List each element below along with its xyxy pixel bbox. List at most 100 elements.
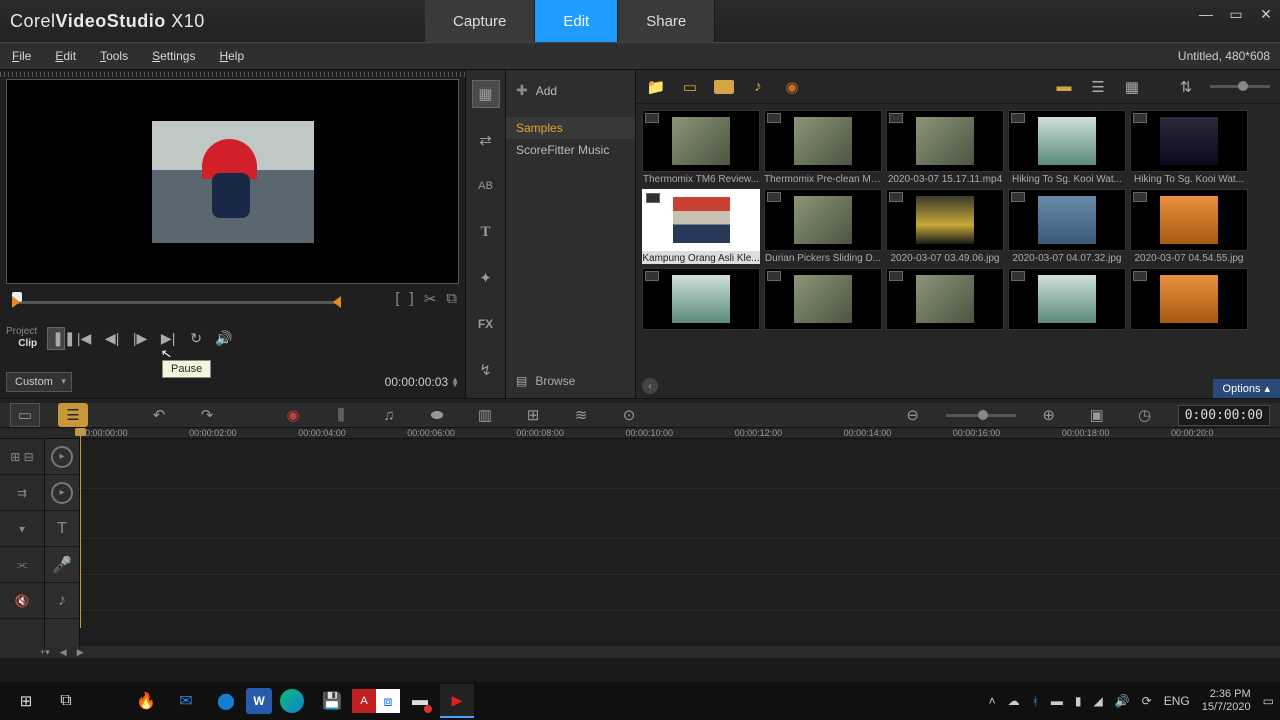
taskbar-dropbox[interactable]: ⧈ [376, 689, 400, 713]
scroll-left-button[interactable]: ‹ [642, 378, 658, 394]
pause-button[interactable]: ❚❚ [47, 327, 65, 350]
zoom-in-button[interactable]: ⊕ [1034, 403, 1064, 427]
storyboard-view-button[interactable]: ▭ [10, 403, 40, 427]
multicam-button[interactable]: ⊞ [518, 403, 548, 427]
scroll-left[interactable]: ◀ [60, 647, 67, 658]
taskbar-usb[interactable]: 💾 [312, 685, 352, 717]
motion-button[interactable]: ⬬ [422, 403, 452, 427]
library-item[interactable] [1130, 268, 1248, 332]
track-ripple[interactable]: ⇉ [0, 475, 44, 511]
tray-app-icon[interactable]: ▬ [1051, 694, 1063, 708]
pan-zoom-button[interactable]: ⊙ [614, 403, 644, 427]
voice-track-icon[interactable]: 🎤 [45, 547, 79, 583]
taskbar-explorer[interactable] [86, 685, 126, 717]
cut-icon[interactable]: ✂ [424, 290, 437, 308]
start-button[interactable]: ⊞ [6, 685, 46, 717]
timeline-view-button[interactable]: ☰ [58, 403, 88, 427]
library-item[interactable]: Hiking To Sg. Kooi Wat... [1130, 110, 1248, 185]
record-button[interactable]: ◉ [278, 403, 308, 427]
end-button[interactable]: ▶| [159, 330, 177, 347]
audio-mixer-button[interactable]: ⫼ [326, 403, 356, 427]
video-track[interactable] [80, 439, 1280, 489]
lib-tab-media[interactable]: ▦ [472, 80, 500, 108]
close-icon[interactable]: ✕ [1258, 6, 1274, 22]
library-item[interactable]: 2020-03-07 04.54.55.jpg [1130, 189, 1248, 264]
track-lock[interactable]: ⫘ [0, 547, 44, 583]
sort-icon[interactable]: ⇅ [1176, 77, 1196, 97]
track-toggle-all[interactable]: ⊞ ⊟ [0, 439, 44, 475]
taskbar-browser[interactable]: ⬤ [206, 685, 246, 717]
options-button[interactable]: Options▴ [1213, 379, 1280, 398]
home-button[interactable]: |◀ [75, 330, 93, 347]
overlay-track-icon[interactable]: ▸ [45, 475, 79, 511]
minimize-icon[interactable]: — [1198, 6, 1214, 22]
lib-tab-title[interactable]: AB [472, 172, 500, 200]
zoom-out-button[interactable]: ⊖ [898, 403, 928, 427]
taskbar-pdf[interactable]: A [352, 689, 376, 713]
tray-wifi-icon[interactable]: ◢ [1093, 694, 1102, 708]
maximize-icon[interactable]: ▭ [1228, 6, 1244, 22]
folder-scorefitter[interactable]: ScoreFitter Music [506, 139, 635, 161]
music-track-icon[interactable]: ♪ [45, 583, 79, 619]
preview-size-dropdown[interactable]: Custom [6, 372, 72, 392]
library-item[interactable]: Durian Pickers Sliding D... [764, 189, 882, 264]
taskbar-recorder[interactable]: ▬ [400, 685, 440, 717]
auto-music-button[interactable]: ♫ [374, 403, 404, 427]
taskbar-firefox[interactable]: 🔥 [126, 685, 166, 717]
library-item[interactable]: 2020-03-07 03.49.06.jpg [886, 189, 1004, 264]
title-track[interactable] [80, 539, 1280, 575]
library-item[interactable] [642, 268, 760, 332]
filter-photo-icon[interactable] [714, 80, 734, 94]
tray-clock[interactable]: 2:36 PM15/7/2020 [1202, 688, 1251, 714]
menu-file[interactable]: File [12, 49, 31, 63]
library-item[interactable]: Kampung Orang Asli Kle... [642, 189, 760, 264]
tray-volume-icon[interactable]: 🔊 [1115, 694, 1130, 708]
filter-disc-icon[interactable]: ◉ [782, 77, 802, 97]
library-item[interactable] [764, 268, 882, 332]
scroll-right[interactable]: ▶ [77, 647, 84, 658]
library-item[interactable]: 2020-03-07 15.17.11.mp4 [886, 110, 1004, 185]
title-track-icon[interactable]: T [45, 511, 79, 547]
track-menu[interactable]: ▾ [0, 511, 44, 547]
library-item[interactable]: 2020-03-07 04.07.32.jpg [1008, 189, 1126, 264]
tray-notifications-icon[interactable]: ▭ [1263, 694, 1274, 708]
track-mute[interactable]: 🔇 [0, 583, 44, 619]
trim-in-marker[interactable] [12, 296, 20, 308]
next-frame-button[interactable]: |▶ [131, 330, 149, 347]
lib-tab-fx[interactable]: FX [472, 310, 500, 338]
lib-tab-graphic[interactable]: ✦ [472, 264, 500, 292]
tray-sync-icon[interactable]: ⟳ [1142, 694, 1152, 708]
open-folder-icon[interactable]: 📁 [646, 77, 666, 97]
task-view-button[interactable]: ⧉ [46, 685, 86, 717]
lib-tab-path[interactable]: ↯ [472, 356, 500, 384]
view-list-icon[interactable]: ☰ [1088, 77, 1108, 97]
view-grid-icon[interactable]: ▦ [1122, 77, 1142, 97]
overlay-track[interactable] [80, 489, 1280, 539]
menu-edit[interactable]: Edit [55, 49, 76, 63]
add-folder-button[interactable]: ✚Add [506, 78, 635, 103]
taskbar-word[interactable]: W [246, 688, 272, 714]
mark-in-icon[interactable]: [ [395, 290, 399, 308]
tray-cloud-icon[interactable]: ☁ [1008, 694, 1020, 708]
folder-samples[interactable]: Samples [506, 117, 635, 139]
lib-tab-text[interactable]: T [472, 218, 500, 246]
subtitle-button[interactable]: ▥ [470, 403, 500, 427]
mode-toggle[interactable]: Project Clip [6, 326, 37, 350]
tab-capture[interactable]: Capture [425, 0, 535, 42]
tab-share[interactable]: Share [618, 0, 715, 42]
taskbar-edge[interactable] [272, 685, 312, 717]
timeline-playhead[interactable] [80, 428, 81, 628]
library-item[interactable]: Thermomix Pre-clean Mo... [764, 110, 882, 185]
library-item[interactable] [1008, 268, 1126, 332]
tray-battery-icon[interactable]: ▮ [1075, 694, 1082, 708]
voice-track[interactable] [80, 575, 1280, 611]
zoom-slider[interactable] [946, 414, 1016, 417]
fit-project-button[interactable]: ▣ [1082, 403, 1112, 427]
filter-video-icon[interactable]: ▭ [680, 77, 700, 97]
prev-frame-button[interactable]: ◀| [103, 330, 121, 347]
music-track[interactable] [80, 611, 1280, 647]
track-motion-button[interactable]: ≋ [566, 403, 596, 427]
seek-track[interactable] [14, 301, 339, 304]
lib-tab-transition[interactable]: ⇄ [472, 126, 500, 154]
taskbar-mail[interactable]: ✉ [166, 685, 206, 717]
